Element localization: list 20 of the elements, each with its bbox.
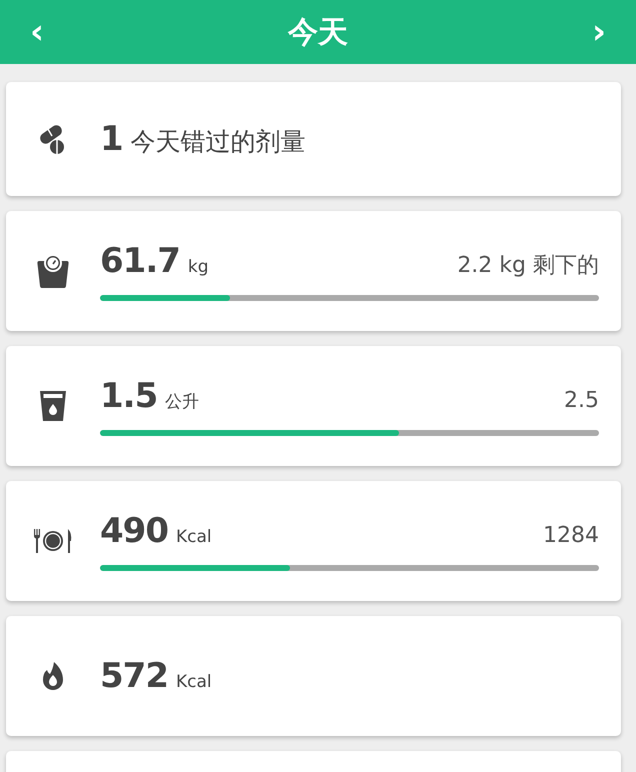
goal-text: 2.5 <box>564 388 599 413</box>
water-glass-icon <box>39 390 67 422</box>
unit-text: Kcal <box>176 527 212 547</box>
plate-cutlery-icon <box>33 528 73 554</box>
missed-label: 今天错过的剂量 <box>130 126 306 158</box>
header-title: 今天 <box>288 14 348 52</box>
unit-text: Kcal <box>176 672 212 692</box>
value-text: 61.7 <box>100 241 180 281</box>
value-text: 1.5 <box>100 376 158 416</box>
previous-button[interactable]: ‹ <box>24 15 50 49</box>
scale-icon <box>36 253 70 289</box>
value-text: 490 <box>100 511 168 551</box>
value-text: 572 <box>100 656 168 696</box>
goal-text: 1284 <box>543 523 599 548</box>
next-button[interactable]: › <box>586 15 612 49</box>
flame-icon <box>41 661 65 691</box>
missed-count: 1 <box>100 119 123 159</box>
goal-text: 2.2 kg 剩下的 <box>457 252 599 280</box>
unit-text: 公升 <box>165 391 200 413</box>
unit-text: kg <box>188 257 209 277</box>
